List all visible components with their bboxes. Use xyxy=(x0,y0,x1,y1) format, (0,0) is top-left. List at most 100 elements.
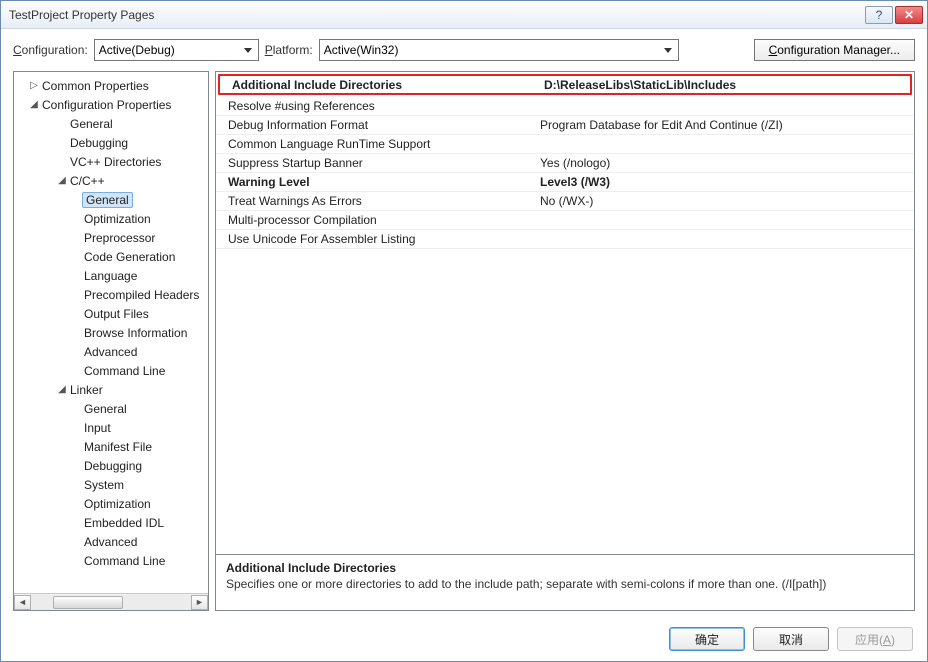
tree-item[interactable]: General xyxy=(14,114,208,133)
tree-item[interactable]: ◢C/C++ xyxy=(14,171,208,190)
tree-item-label: Language xyxy=(82,269,139,283)
tree-item[interactable]: Browse Information xyxy=(14,323,208,342)
titlebar: TestProject Property Pages ? ✕ xyxy=(1,1,927,29)
tree-item[interactable]: ◢Configuration Properties xyxy=(14,95,208,114)
config-toolbar: Configuration: Active(Debug) Platform: A… xyxy=(1,29,927,71)
tree-item-label: Debugging xyxy=(82,459,144,473)
property-name: Multi-processor Compilation xyxy=(216,213,536,227)
tree-item[interactable]: General xyxy=(14,190,208,209)
configuration-dropdown[interactable]: Active(Debug) xyxy=(94,39,259,61)
property-grid-panel: Additional Include Directories D:\Release… xyxy=(215,71,915,611)
property-grid[interactable]: Additional Include DirectoriesD:\Release… xyxy=(216,72,914,554)
tree-item[interactable]: Optimization xyxy=(14,494,208,513)
property-name: Debug Information Format xyxy=(216,118,536,132)
platform-dropdown[interactable]: Active(Win32) xyxy=(319,39,679,61)
property-row[interactable]: Additional Include DirectoriesD:\Release… xyxy=(218,74,912,95)
tree-item-label: C/C++ xyxy=(68,174,107,188)
tree-item-label: General xyxy=(82,402,129,416)
tree-twisty-icon[interactable]: ▷ xyxy=(28,80,40,91)
property-value[interactable]: Program Database for Edit And Continue (… xyxy=(536,118,914,132)
property-row[interactable]: Debug Information FormatProgram Database… xyxy=(216,116,914,135)
tree-item-label: Input xyxy=(82,421,113,435)
tree-item[interactable]: Input xyxy=(14,418,208,437)
ok-button[interactable]: 确定 xyxy=(669,627,745,651)
help-icon: ? xyxy=(876,8,883,22)
tree-item-label: Debugging xyxy=(68,136,130,150)
tree-item-label: Advanced xyxy=(82,345,139,359)
tree-item[interactable]: Preprocessor xyxy=(14,228,208,247)
tree-item-label: Command Line xyxy=(82,554,167,568)
tree-item-label: Command Line xyxy=(82,364,167,378)
tree-item[interactable]: ◢Linker xyxy=(14,380,208,399)
tree-item[interactable]: System xyxy=(14,475,208,494)
close-icon: ✕ xyxy=(904,8,914,22)
close-button[interactable]: ✕ xyxy=(895,6,923,24)
description-title: Additional Include Directories xyxy=(226,561,904,575)
tree-item[interactable]: Advanced xyxy=(14,342,208,361)
tree-item-label: Embedded IDL xyxy=(82,516,166,530)
tree-body[interactable]: ▷Common Properties◢Configuration Propert… xyxy=(14,72,208,593)
tree-item-label: Configuration Properties xyxy=(40,98,173,112)
tree-item[interactable]: Debugging xyxy=(14,133,208,152)
tree-item[interactable]: Command Line xyxy=(14,361,208,380)
configuration-manager-button[interactable]: Configuration Manager... xyxy=(754,39,915,61)
property-value[interactable]: Level3 (/W3) xyxy=(536,175,914,189)
property-row[interactable]: Warning LevelLevel3 (/W3) xyxy=(216,173,914,192)
tree-item[interactable]: Command Line xyxy=(14,551,208,570)
configuration-value: Active(Debug) xyxy=(99,43,175,57)
chevron-down-icon xyxy=(239,41,257,59)
tree-item-label: Output Files xyxy=(82,307,151,321)
tree-twisty-icon[interactable]: ◢ xyxy=(56,384,68,395)
tree-item[interactable]: Optimization xyxy=(14,209,208,228)
property-row[interactable]: Treat Warnings As ErrorsNo (/WX-) xyxy=(216,192,914,211)
property-name: Resolve #using References xyxy=(216,99,536,113)
scroll-track[interactable] xyxy=(31,595,191,610)
main-area: ▷Common Properties◢Configuration Propert… xyxy=(1,71,927,617)
tree-item-label: Optimization xyxy=(82,212,153,226)
scroll-right-button[interactable]: ► xyxy=(191,595,208,610)
tree-horizontal-scrollbar[interactable]: ◄ ► xyxy=(14,593,208,610)
platform-value: Active(Win32) xyxy=(324,43,399,57)
property-value[interactable]: D:\ReleaseLibs\StaticLib\Includes xyxy=(540,78,910,92)
property-name: Common Language RunTime Support xyxy=(216,137,536,151)
help-button[interactable]: ? xyxy=(865,6,893,24)
description-body: Specifies one or more directories to add… xyxy=(226,577,904,591)
tree-item[interactable]: Language xyxy=(14,266,208,285)
tree-item[interactable]: Code Generation xyxy=(14,247,208,266)
tree-item[interactable]: Output Files xyxy=(14,304,208,323)
property-row[interactable]: Multi-processor Compilation xyxy=(216,211,914,230)
tree-item[interactable]: VC++ Directories xyxy=(14,152,208,171)
tree-item-label: Precompiled Headers xyxy=(82,288,201,302)
tree-twisty-icon[interactable]: ◢ xyxy=(56,175,68,186)
property-name: Suppress Startup Banner xyxy=(216,156,536,170)
property-value[interactable]: No (/WX-) xyxy=(536,194,914,208)
tree-item-label: Linker xyxy=(68,383,105,397)
tree-item-label: Code Generation xyxy=(82,250,177,264)
tree-item[interactable]: General xyxy=(14,399,208,418)
property-row[interactable]: Suppress Startup BannerYes (/nologo) xyxy=(216,154,914,173)
window-title: TestProject Property Pages xyxy=(9,8,865,22)
property-name: Warning Level xyxy=(216,175,536,189)
cancel-button[interactable]: 取消 xyxy=(753,627,829,651)
tree-item-label: General xyxy=(68,117,115,131)
scroll-thumb[interactable] xyxy=(53,596,123,609)
tree-item[interactable]: Manifest File xyxy=(14,437,208,456)
tree-item[interactable]: Embedded IDL xyxy=(14,513,208,532)
tree-item[interactable]: ▷Common Properties xyxy=(14,76,208,95)
property-value[interactable]: Yes (/nologo) xyxy=(536,156,914,170)
property-row[interactable]: Resolve #using References xyxy=(216,97,914,116)
property-name: Use Unicode For Assembler Listing xyxy=(216,232,536,246)
tree-item-label: Advanced xyxy=(82,535,139,549)
property-row[interactable]: Common Language RunTime Support xyxy=(216,135,914,154)
tree-twisty-icon[interactable]: ◢ xyxy=(28,99,40,110)
tree-item-label: General xyxy=(82,192,133,208)
property-row[interactable]: Use Unicode For Assembler Listing xyxy=(216,230,914,249)
tree-item-label: System xyxy=(82,478,126,492)
tree-item-label: Optimization xyxy=(82,497,153,511)
tree-item[interactable]: Advanced xyxy=(14,532,208,551)
tree-item[interactable]: Debugging xyxy=(14,456,208,475)
scroll-left-button[interactable]: ◄ xyxy=(14,595,31,610)
platform-label: Platform: xyxy=(265,43,313,57)
tree-item[interactable]: Precompiled Headers xyxy=(14,285,208,304)
description-panel: Additional Include Directories Specifies… xyxy=(216,554,914,610)
